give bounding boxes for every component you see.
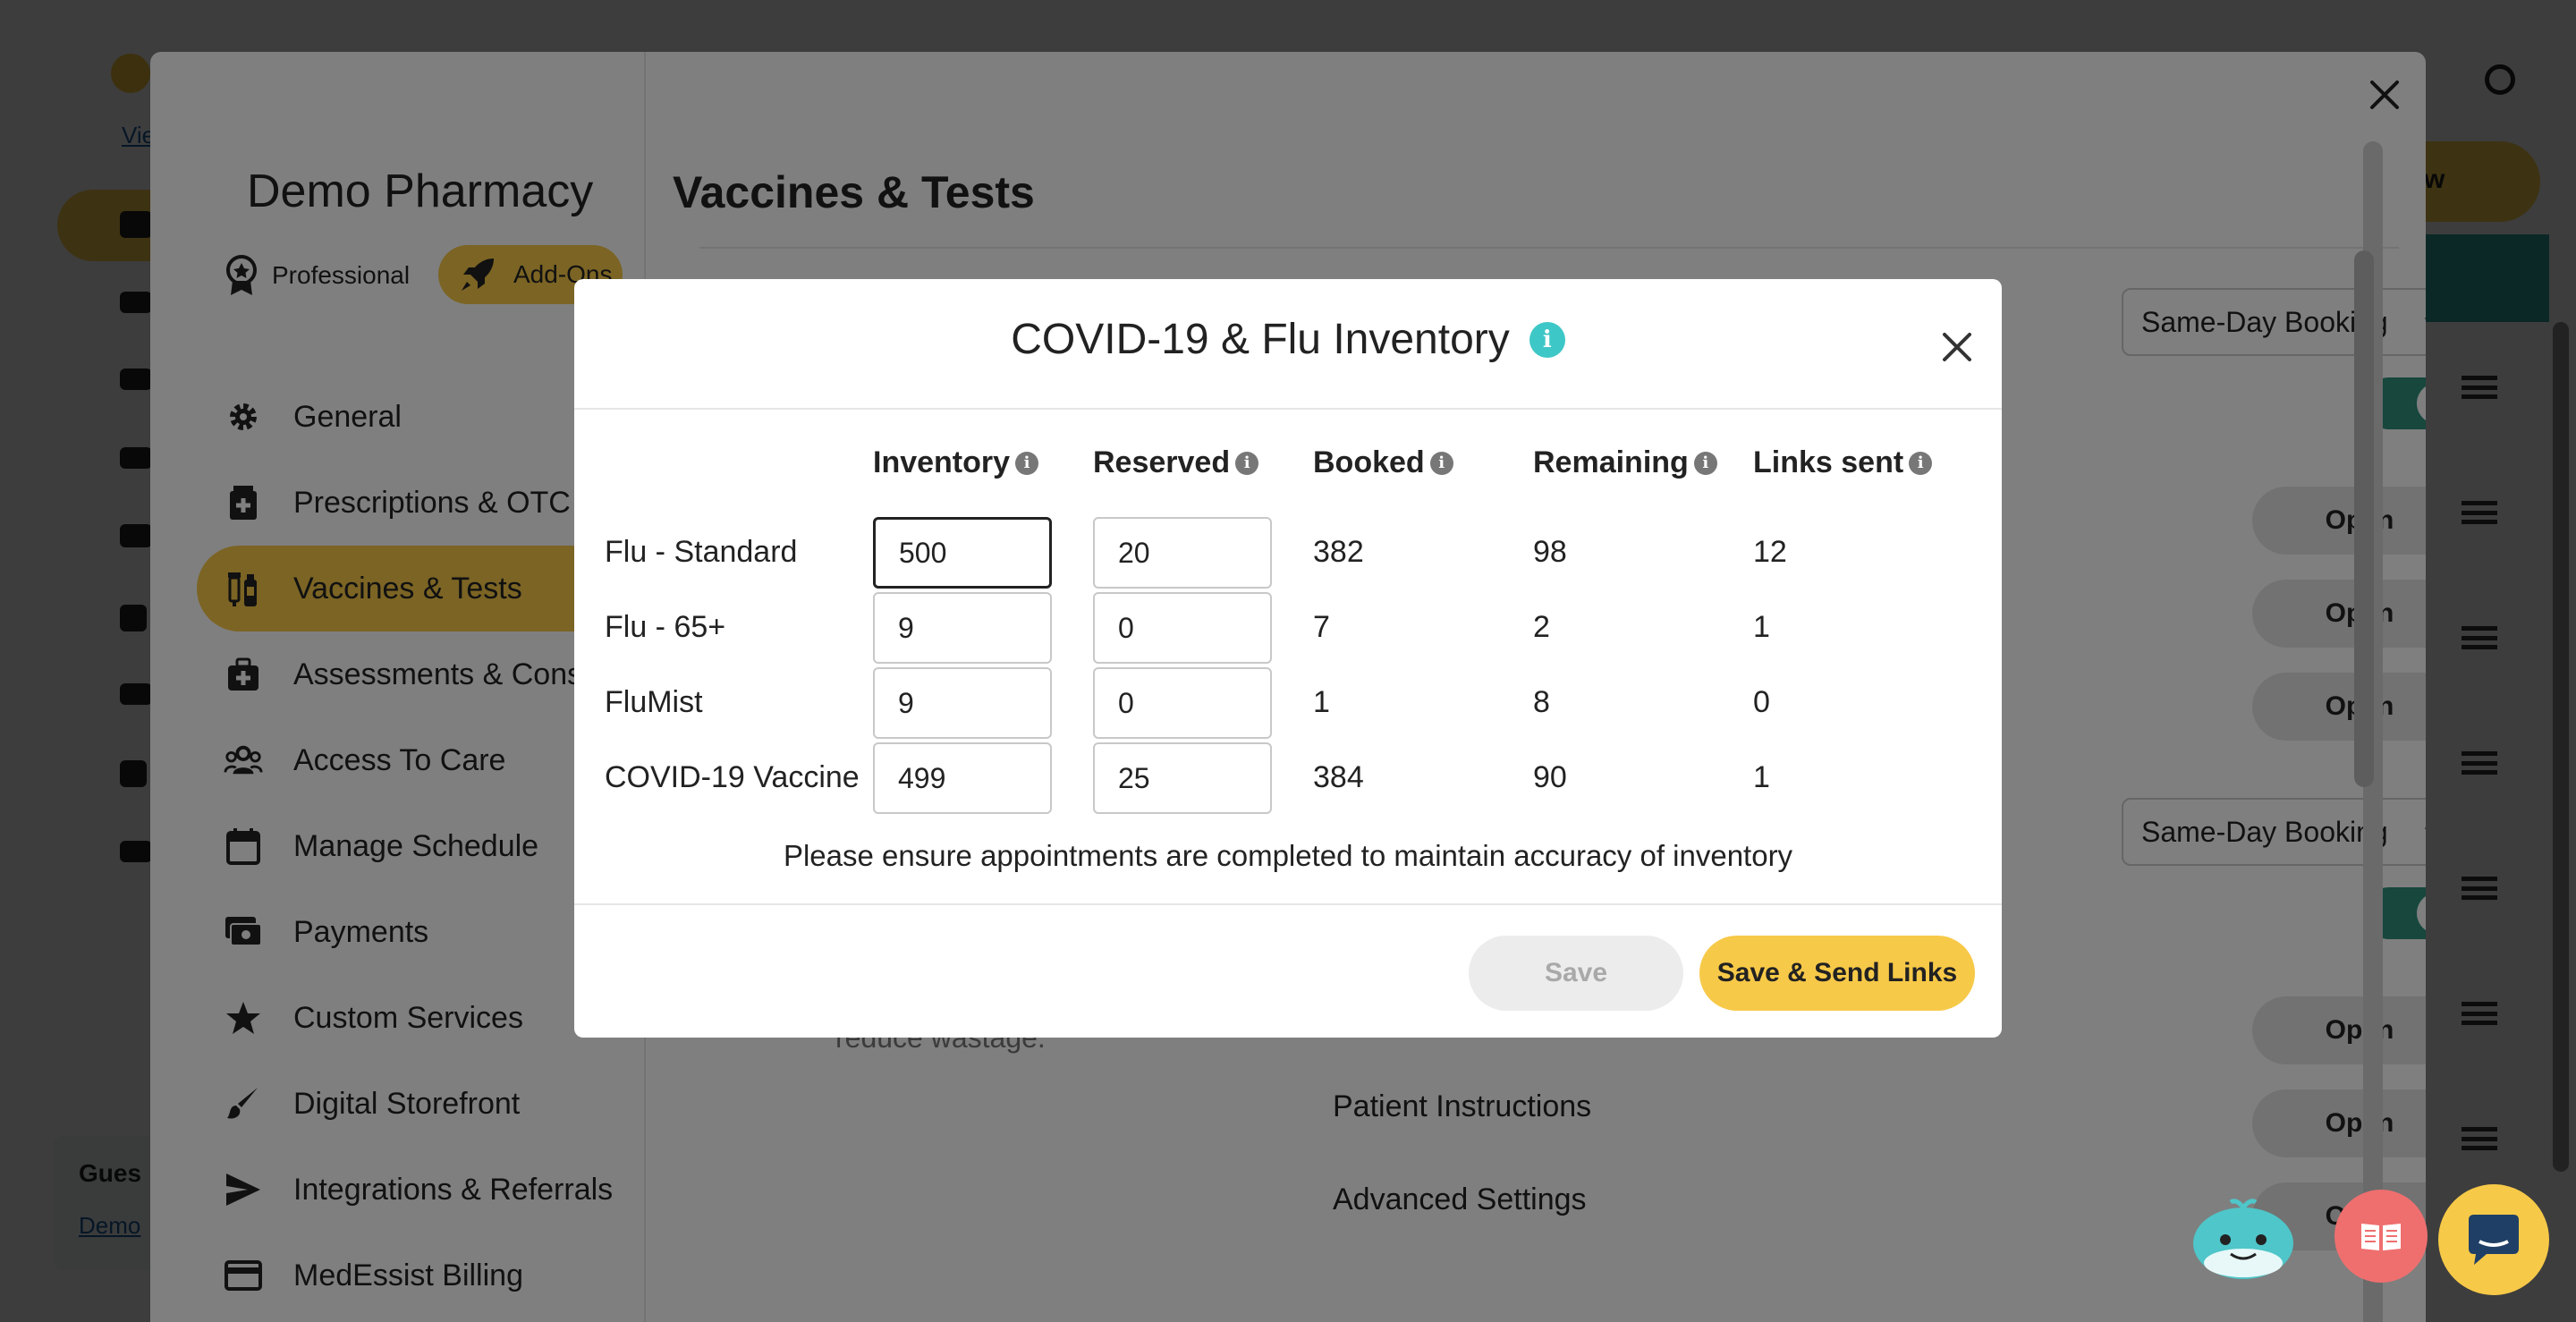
dialog-title-row: COVID-19 & Flu Inventory i <box>574 315 2002 364</box>
inventory-note: Please ensure appointments are completed… <box>783 839 1793 872</box>
column-header-label: Inventory <box>873 445 1011 479</box>
inventory-dialog: COVID-19 & Flu Inventory i Inventory i Res… <box>574 279 2002 1038</box>
info-icon[interactable]: i <box>1693 451 1717 475</box>
save-button[interactable]: Save <box>1469 936 1683 1011</box>
info-icon[interactable]: i <box>1235 451 1259 475</box>
links-sent-value: 0 <box>1753 685 1770 719</box>
reserved-input[interactable] <box>1093 742 1272 814</box>
save-send-links-button[interactable]: Save & Send Links <box>1699 936 1975 1011</box>
chat-icon <box>2469 1215 2519 1265</box>
column-header-links-sent: Links sent i <box>1753 445 1933 480</box>
inventory-input[interactable] <box>873 592 1052 664</box>
remaining-value: 2 <box>1533 610 1550 644</box>
remaining-value: 98 <box>1533 535 1567 569</box>
reserved-input[interactable] <box>1093 667 1272 739</box>
links-sent-value: 1 <box>1753 610 1770 644</box>
booked-value: 1 <box>1313 685 1330 719</box>
reserved-input[interactable] <box>1093 517 1272 589</box>
info-icon[interactable]: i <box>1429 451 1453 475</box>
column-header-reserved: Reserved i <box>1093 445 1259 480</box>
links-sent-value: 12 <box>1753 535 1787 569</box>
inventory-input[interactable] <box>873 742 1052 814</box>
remaining-value: 90 <box>1533 760 1567 794</box>
booked-value: 7 <box>1313 610 1330 644</box>
booked-value: 382 <box>1313 535 1364 569</box>
reserved-input[interactable] <box>1093 592 1272 664</box>
column-header-remaining: Remaining i <box>1533 445 1717 480</box>
column-header-booked: Booked i <box>1313 445 1453 480</box>
info-icon[interactable]: i <box>1529 321 1565 358</box>
dialog-footer: Save Save & Send Links <box>574 903 2002 1038</box>
dialog-title: COVID-19 & Flu Inventory <box>1011 316 1510 363</box>
column-header-label: Links sent <box>1753 445 1904 479</box>
row-label: Flu - 65+ <box>605 610 726 644</box>
inventory-input[interactable] <box>873 667 1052 739</box>
column-header-label: Reserved <box>1093 445 1231 479</box>
links-sent-value: 1 <box>1753 760 1770 794</box>
inventory-input[interactable] <box>873 517 1052 589</box>
row-label: COVID-19 Vaccine <box>605 760 860 794</box>
dialog-header: COVID-19 & Flu Inventory i <box>574 279 2002 410</box>
booked-value: 384 <box>1313 760 1364 794</box>
whale-mascot-icon[interactable] <box>2188 1199 2299 1284</box>
column-header-label: Booked <box>1313 445 1425 479</box>
column-header-label: Remaining <box>1533 445 1689 479</box>
close-icon[interactable] <box>1936 326 1979 369</box>
info-icon[interactable]: i <box>1015 451 1039 475</box>
book-icon <box>2361 1224 2401 1250</box>
chat-button[interactable] <box>2438 1184 2549 1295</box>
row-label: FluMist <box>605 685 703 719</box>
info-icon[interactable]: i <box>1909 451 1933 475</box>
row-label: Flu - Standard <box>605 535 798 569</box>
guide-button[interactable] <box>2334 1190 2428 1283</box>
column-header-inventory: Inventory i <box>873 445 1039 480</box>
remaining-value: 8 <box>1533 685 1550 719</box>
